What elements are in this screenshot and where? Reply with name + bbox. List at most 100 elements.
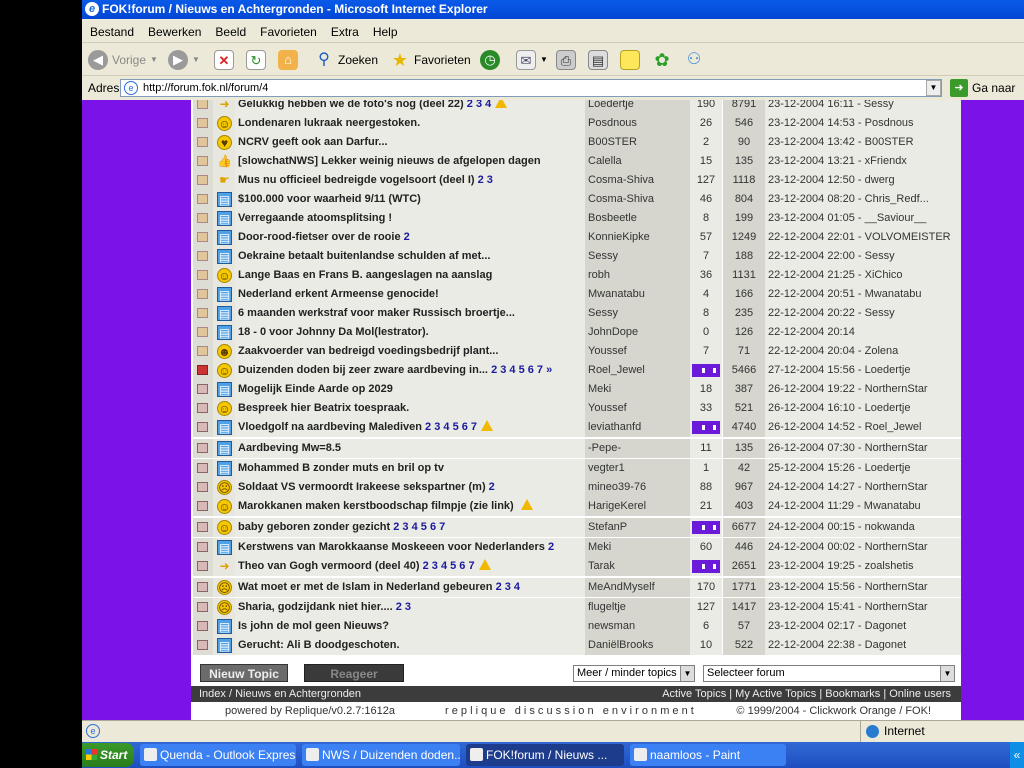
- table-row[interactable]: ☺ Marokkanen maken kerstboodschap filmpje…: [191, 497, 961, 516]
- topic-author[interactable]: Sessy: [585, 247, 690, 266]
- task-outlook[interactable]: Quenda - Outlook Express: [140, 744, 296, 766]
- menu-bestand[interactable]: Bestand: [82, 21, 140, 43]
- new-topic-button[interactable]: Nieuw Topic: [200, 664, 288, 682]
- table-row[interactable]: ▤ $100.000 voor waarheid 9/11 (WTC) Cosma…: [191, 190, 961, 209]
- table-row[interactable]: ▤ Vloedgolf na aardbeving Malediven 2 3 4…: [191, 418, 961, 437]
- table-row[interactable]: ▤ Verregaande atoomsplitsing ! Bosbeetle 8…: [191, 209, 961, 228]
- task-fokforum[interactable]: FOK!forum / Nieuws ...: [466, 744, 624, 766]
- topic-author[interactable]: HarigeKerel: [585, 497, 690, 516]
- favorites-button[interactable]: ★ Favorieten: [390, 49, 471, 71]
- topic-author[interactable]: Roel_Jewel: [585, 361, 690, 380]
- topic-title-cell[interactable]: Wat moet er met de Islam in Nederland ge…: [235, 578, 585, 597]
- topic-title-cell[interactable]: [slowchatNWS] Lekker weinig nieuws de af…: [235, 152, 585, 171]
- topic-author[interactable]: leviathanfd: [585, 418, 690, 437]
- topic-title-cell[interactable]: Theo van Gogh vermoord (deel 40) 2 3 4 5…: [235, 557, 585, 576]
- tray-expand[interactable]: «: [1010, 742, 1024, 768]
- topic-last-post[interactable]: 22-12-2004 20:51 - Mwanatabu: [765, 285, 961, 304]
- topic-title-cell[interactable]: Sharia, godzijdank niet hier.... 2 3: [235, 598, 585, 617]
- stop-button[interactable]: ✕: [214, 49, 234, 71]
- topic-pages[interactable]: 2 3 4 5 6 7: [423, 560, 475, 572]
- topic-last-post[interactable]: 26-12-2004 07:30 - NorthernStar: [765, 439, 961, 458]
- table-row[interactable]: ☺ Londenaren lukraak neergestoken. Posdno…: [191, 114, 961, 133]
- topic-author[interactable]: robh: [585, 266, 690, 285]
- topic-title[interactable]: Duizenden doden bij zeer zware aardbevin…: [238, 364, 488, 376]
- topic-title[interactable]: Theo van Gogh vermoord (deel 40): [238, 560, 420, 572]
- topic-author[interactable]: Cosma-Shiva: [585, 190, 690, 209]
- table-row[interactable]: ♥ NCRV geeft ook aan Darfur... B00STER 2 90…: [191, 133, 961, 152]
- topic-pages[interactable]: 2 3 4 5 6 7 »: [491, 364, 552, 376]
- icq-button[interactable]: ✿: [652, 49, 672, 71]
- mail-button[interactable]: ✉ ▼: [516, 49, 548, 71]
- topic-title-cell[interactable]: Lange Baas en Frans B. aangeslagen na aa…: [235, 266, 585, 285]
- topic-title-cell[interactable]: Vloedgolf na aardbeving Malediven 2 3 4 …: [235, 418, 585, 437]
- topic-title-cell[interactable]: Mus nu officieel bedreigde vogelsoort (d…: [235, 171, 585, 190]
- nav-links[interactable]: Active Topics | My Active Topics | Bookm…: [662, 686, 951, 702]
- topic-title[interactable]: Kerstwens van Marokkaanse Moskeeen voor …: [238, 541, 545, 553]
- topic-title[interactable]: Mogelijk Einde Aarde op 2029: [238, 383, 393, 395]
- topic-title[interactable]: Londenaren lukraak neergestoken.: [238, 117, 420, 129]
- topic-title-cell[interactable]: baby geboren zonder gezicht 2 3 4 5 6 7: [235, 518, 585, 537]
- table-row[interactable]: ▤ Mohammed B zonder muts en bril op tv ve…: [191, 459, 961, 478]
- messenger-button[interactable]: ⚇: [684, 49, 704, 71]
- topic-author[interactable]: Bosbeetle: [585, 209, 690, 228]
- topic-last-post[interactable]: 24-12-2004 11:29 - Mwanatabu: [765, 497, 961, 516]
- menu-bewerken[interactable]: Bewerken: [140, 21, 207, 43]
- search-button[interactable]: ⚲ Zoeken: [314, 49, 378, 71]
- topic-last-post[interactable]: 22-12-2004 22:38 - Dagonet: [765, 636, 961, 655]
- table-row[interactable]: ▤ Aardbeving Mw=8.5 -Pepe- 11 135 26-12-2004…: [191, 439, 961, 458]
- topic-last-post[interactable]: 26-12-2004 14:52 - Roel_Jewel: [765, 418, 961, 437]
- topic-last-post[interactable]: 23-12-2004 01:05 - __Saviour__: [765, 209, 961, 228]
- table-row[interactable]: ☺ Duizenden doden bij zeer zware aardbevi…: [191, 361, 961, 380]
- topic-author[interactable]: Cosma-Shiva: [585, 171, 690, 190]
- go-button[interactable]: ➜ Ga naar: [950, 78, 1015, 98]
- topic-author[interactable]: DaniëlBrooks: [585, 636, 690, 655]
- topic-last-post[interactable]: 27-12-2004 15:56 - Loedertje: [765, 361, 961, 380]
- topic-last-post[interactable]: 23-12-2004 08:20 - Chris_Redf...: [765, 190, 961, 209]
- topic-author[interactable]: Calella: [585, 152, 690, 171]
- topic-title[interactable]: Lange Baas en Frans B. aangeslagen na aa…: [238, 269, 492, 281]
- topic-last-post[interactable]: 23-12-2004 16:11 - Sessy: [765, 100, 961, 114]
- topic-last-post[interactable]: 22-12-2004 21:25 - XiChico: [765, 266, 961, 285]
- topic-title[interactable]: Soldaat VS vermoordt Irakeese sekspartne…: [238, 481, 486, 493]
- table-row[interactable]: ➜ Theo van Gogh vermoord (deel 40) 2 3 4 …: [191, 557, 961, 576]
- topic-title[interactable]: Gelukkig hebben we de foto's nog (deel 2…: [238, 100, 464, 110]
- topic-title-cell[interactable]: Door-rood-fietser over de rooie 2: [235, 228, 585, 247]
- home-button[interactable]: ⌂: [278, 49, 298, 71]
- topic-title-cell[interactable]: Verregaande atoomsplitsing !: [235, 209, 585, 228]
- topic-title[interactable]: Gerucht: Ali B doodgeschoten.: [238, 639, 400, 651]
- history-button[interactable]: ◷: [480, 49, 500, 71]
- topic-last-post[interactable]: 24-12-2004 14:27 - NorthernStar: [765, 478, 961, 497]
- topic-pages[interactable]: 2: [548, 541, 554, 553]
- table-row[interactable]: ▤ Mogelijk Einde Aarde op 2029 Meki 18 387 2…: [191, 380, 961, 399]
- topic-title-cell[interactable]: Zaakvoerder van bedreigd voedingsbedrijf…: [235, 342, 585, 361]
- table-row[interactable]: ▤ Oekraine betaalt buitenlandse schulden …: [191, 247, 961, 266]
- notes-button[interactable]: [620, 49, 640, 71]
- task-paint[interactable]: naamloos - Paint: [630, 744, 786, 766]
- topic-author[interactable]: Posdnous: [585, 114, 690, 133]
- menu-beeld[interactable]: Beeld: [207, 21, 252, 43]
- topic-author[interactable]: MeAndMyself: [585, 578, 690, 597]
- topic-pages[interactable]: 2 3 4: [467, 100, 491, 110]
- table-row[interactable]: ▤ Door-rood-fietser over de rooie 2 Konnie…: [191, 228, 961, 247]
- topic-pages[interactable]: 2 3 4 5 6 7: [393, 521, 445, 533]
- topic-title-cell[interactable]: Kerstwens van Marokkaanse Moskeeen voor …: [235, 538, 585, 557]
- topic-last-post[interactable]: 25-12-2004 15:26 - Loedertje: [765, 459, 961, 478]
- topic-author[interactable]: Youssef: [585, 399, 690, 418]
- topic-title[interactable]: Mohammed B zonder muts en bril op tv: [238, 462, 444, 474]
- topic-author[interactable]: B00STER: [585, 133, 690, 152]
- menu-help[interactable]: Help: [365, 21, 404, 43]
- topic-author[interactable]: KonnieKipke: [585, 228, 690, 247]
- topic-title[interactable]: Sharia, godzijdank niet hier....: [238, 601, 393, 613]
- topic-title-cell[interactable]: Londenaren lukraak neergestoken.: [235, 114, 585, 133]
- table-row[interactable]: 👍 [slowchatNWS] Lekker weinig nieuws de a…: [191, 152, 961, 171]
- topic-last-post[interactable]: 23-12-2004 15:56 - NorthernStar: [765, 578, 961, 597]
- topic-pages[interactable]: 2 3: [478, 174, 493, 186]
- topic-title-cell[interactable]: Is john de mol geen Nieuws?: [235, 617, 585, 636]
- topic-author[interactable]: newsman: [585, 617, 690, 636]
- topic-author[interactable]: vegter1: [585, 459, 690, 478]
- forward-button[interactable]: ▶ ▼: [168, 49, 200, 71]
- topic-title-cell[interactable]: Gelukkig hebben we de foto's nog (deel 2…: [235, 100, 585, 114]
- menu-favorieten[interactable]: Favorieten: [252, 21, 323, 43]
- topic-author[interactable]: Tarak: [585, 557, 690, 576]
- topic-title[interactable]: 6 maanden werkstraf voor maker Russisch …: [238, 307, 515, 319]
